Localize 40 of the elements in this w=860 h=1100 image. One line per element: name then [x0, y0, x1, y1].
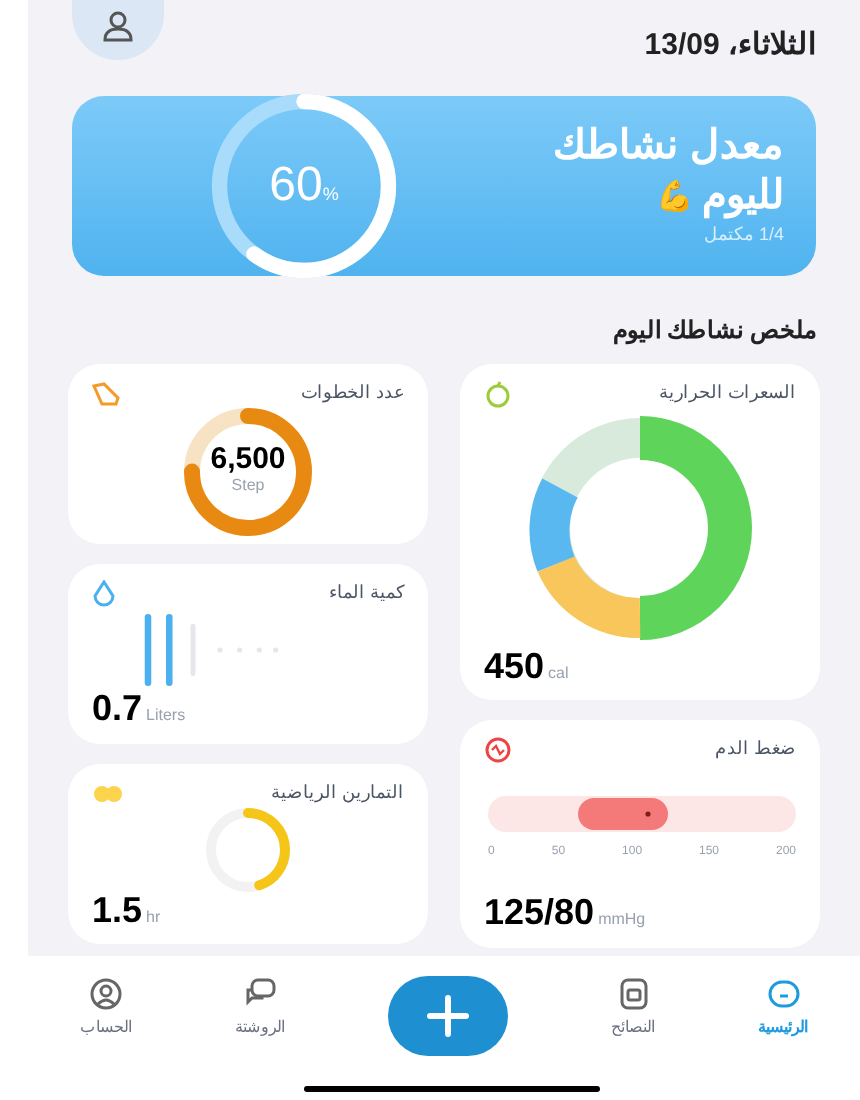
progress-text: 1/4 مكتمل [701, 222, 784, 249]
avatar-button[interactable] [72, 0, 164, 60]
metric-unit: cal [548, 662, 569, 686]
nav-tab[interactable]: الرئيسية [758, 976, 809, 1040]
plus-icon [426, 994, 471, 1038]
exercise-progress-ring [206, 807, 290, 891]
percent-value: 60 [269, 156, 323, 216]
user-icon [100, 8, 136, 44]
document-icon [615, 976, 652, 1012]
metric-unit: mmHg [598, 908, 646, 932]
metric-unit: Liters [146, 704, 186, 728]
card-title: ضغط الدم [714, 736, 796, 763]
metric-value: 1.5 [92, 891, 143, 927]
nav-tab[interactable]: الحساب [79, 976, 132, 1040]
home-icon [765, 976, 802, 1012]
nav-tab[interactable]: الروشتة [234, 976, 285, 1040]
card-title: عدد الخطوات [300, 380, 404, 407]
add-button[interactable] [388, 976, 509, 1056]
metric-value: 0.7 [92, 690, 143, 726]
nav-tab[interactable]: النصائح [611, 976, 656, 1040]
activity-subtitle: لليوم [702, 172, 784, 223]
apple-icon [484, 380, 512, 408]
flexed-arm-emoji: 💪 [656, 177, 694, 217]
percent-sign: % [322, 182, 339, 208]
account-icon [87, 976, 124, 1012]
metric-unit: hr [146, 905, 161, 929]
metric-unit: Step [231, 474, 265, 498]
dumbbell-icon [92, 783, 124, 804]
steps-progress-ring [184, 407, 312, 535]
activity-title: معدل نشاطك [552, 122, 784, 173]
card-title: كمية الماء [328, 580, 404, 607]
card-title: التمارين الرياضية [270, 780, 404, 807]
water-drop-icon [92, 580, 116, 608]
metric-value: 6,500 [210, 444, 286, 474]
pulse-icon [484, 736, 512, 764]
metric-value: 450 [484, 648, 545, 684]
section-title: ملخص نشاطك اليوم [610, 314, 818, 348]
metric-value: 125/80 [484, 894, 595, 930]
date-text: الثلاثاء، 13/09 [644, 26, 816, 66]
card-title: السعرات الحرارية [658, 380, 796, 407]
